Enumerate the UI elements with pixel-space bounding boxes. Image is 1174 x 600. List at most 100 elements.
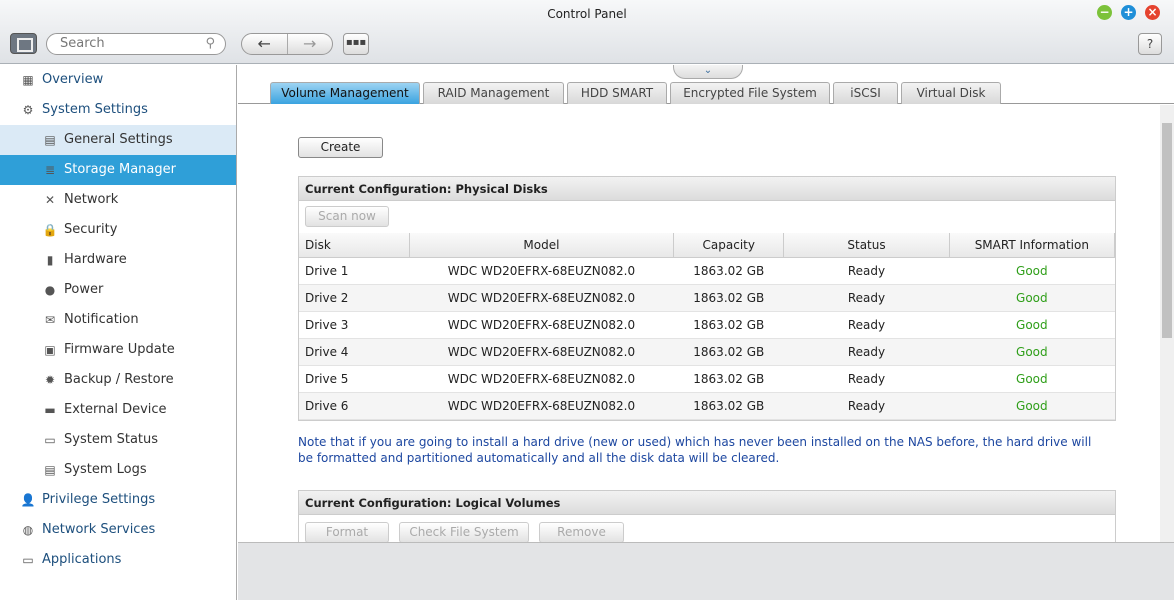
forward-button[interactable]: → [286, 34, 333, 54]
maximize-button[interactable]: + [1121, 5, 1136, 20]
main-panel: ⌄ Volume Management RAID Management HDD … [238, 65, 1174, 542]
model-cell: WDC WD20EFRX-68EUZN082.0 [409, 392, 674, 420]
create-button[interactable]: Create [298, 137, 383, 158]
check-file-system-button[interactable]: Check File System [399, 522, 529, 542]
vertical-scrollbar[interactable] [1160, 105, 1174, 542]
sidebar-item-label: Backup / Restore [64, 372, 174, 387]
table-row[interactable]: Drive 5 WDC WD20EFRX-68EUZN082.0 1863.02 G… [299, 365, 1115, 393]
disk-cell: Drive 2 [299, 284, 410, 312]
capacity-cell: 1863.02 GB [673, 311, 784, 339]
window-title: Control Panel [547, 7, 627, 21]
sidebar-item-external-device[interactable]: ▬ External Device [0, 395, 236, 425]
disk-cell: Drive 4 [299, 338, 410, 366]
model-cell: WDC WD20EFRX-68EUZN082.0 [409, 311, 674, 339]
table-row[interactable]: Drive 4 WDC WD20EFRX-68EUZN082.0 1863.02 G… [299, 338, 1115, 366]
logs-icon: ▤ [44, 463, 56, 477]
lock-icon: 🔒 [42, 223, 58, 237]
status-cell: Ready [783, 392, 950, 420]
sidebar: ▦ Overview ⚙ System Settings ▤ General Settin… [0, 65, 237, 600]
column-header[interactable]: SMART Information [949, 233, 1116, 258]
sidebar-item-storage-manager[interactable]: ≣ Storage Manager [0, 155, 236, 185]
physical-disks-panel: Current Configuration: Physical Disks Sc… [298, 176, 1116, 421]
capacity-cell: 1863.02 GB [673, 365, 784, 393]
smart-cell: Good [949, 284, 1115, 312]
sidebar-item-general-settings[interactable]: ▤ General Settings [0, 125, 236, 155]
sidebar-item-system-settings[interactable]: ⚙ System Settings [0, 95, 236, 125]
remove-button[interactable]: Remove [539, 522, 624, 542]
sidebar-item-label: Applications [42, 552, 122, 567]
sidebar-item-privilege-settings[interactable]: 👤 Privilege Settings [0, 485, 236, 515]
capacity-cell: 1863.02 GB [673, 284, 784, 312]
status-cell: Ready [783, 365, 950, 393]
sidebar-item-label: Overview [42, 72, 104, 87]
column-header[interactable]: Status [783, 233, 950, 258]
history-nav: ← → [241, 33, 333, 55]
sidebar-item-label: Firmware Update [64, 342, 175, 357]
table-row[interactable]: Drive 1 WDC WD20EFRX-68EUZN082.0 1863.02 G… [299, 257, 1115, 285]
smart-cell: Good [949, 257, 1115, 285]
table-row[interactable]: Drive 3 WDC WD20EFRX-68EUZN082.0 1863.02 G… [299, 311, 1115, 339]
applications-icon: ▭ [22, 553, 34, 567]
column-header[interactable]: Capacity [673, 233, 785, 258]
sidebar-item-system-status[interactable]: ▭ System Status [0, 425, 236, 455]
user-icon: 👤 [20, 493, 36, 507]
sidebar-item-power[interactable]: ● Power [0, 275, 236, 305]
sidebar-item-applications[interactable]: ▭ Applications [0, 545, 236, 575]
back-button[interactable]: ← [242, 34, 287, 54]
capacity-cell: 1863.02 GB [673, 257, 784, 285]
network-icon: ✕ [44, 193, 56, 207]
search-input[interactable]: Search ⚲ [46, 33, 226, 55]
title-bar: Control Panel − + × Search ⚲ ← → ▪▪▪ ? [0, 0, 1174, 64]
hardware-icon: ▮ [46, 253, 54, 267]
help-button[interactable]: ? [1138, 33, 1162, 55]
sidebar-item-label: Notification [64, 312, 139, 327]
sidebar-item-network-services[interactable]: ◍ Network Services [0, 515, 236, 545]
sidebar-item-hardware[interactable]: ▮ Hardware [0, 245, 236, 275]
sidebar-item-label: System Settings [42, 102, 148, 117]
logical-volumes-title: Current Configuration: Logical Volumes [299, 491, 1115, 515]
table-row[interactable]: Drive 2 WDC WD20EFRX-68EUZN082.0 1863.02 G… [299, 284, 1115, 312]
tab-raid-management[interactable]: RAID Management [423, 82, 564, 104]
minimize-button[interactable]: − [1097, 5, 1112, 20]
scrollbar-thumb[interactable] [1162, 123, 1172, 338]
sidebar-item-overview[interactable]: ▦ Overview [0, 65, 236, 95]
tab-encrypted-file-system[interactable]: Encrypted File System [670, 82, 830, 104]
gear-icon: ⚙ [22, 103, 34, 117]
disk-cell: Drive 6 [299, 392, 410, 420]
sidebar-item-security[interactable]: 🔒 Security [0, 215, 236, 245]
sidebar-item-firmware-update[interactable]: ▣ Firmware Update [0, 335, 236, 365]
notification-icon: ✉ [44, 313, 56, 327]
storage-icon: ≣ [44, 163, 56, 177]
disk-cell: Drive 3 [299, 311, 410, 339]
power-icon: ● [44, 283, 56, 297]
collapse-chevron-icon[interactable]: ⌄ [673, 65, 743, 79]
status-cell: Ready [783, 284, 950, 312]
sidebar-item-label: Security [64, 222, 118, 237]
format-button[interactable]: Format [305, 522, 389, 542]
sidebar-item-system-logs[interactable]: ▤ System Logs [0, 455, 236, 485]
apps-grid-button[interactable]: ▪▪▪ [343, 33, 369, 55]
tab-virtual-disk[interactable]: Virtual Disk [901, 82, 1001, 104]
sidebar-item-label: Power [64, 282, 104, 297]
model-cell: WDC WD20EFRX-68EUZN082.0 [409, 365, 674, 393]
table-row[interactable]: Drive 6 WDC WD20EFRX-68EUZN082.0 1863.02 G… [299, 392, 1115, 420]
general-settings-icon: ▤ [44, 133, 56, 147]
tab-iscsi[interactable]: iSCSI [833, 82, 898, 104]
sidebar-item-backup-restore[interactable]: ✹ Backup / Restore [0, 365, 236, 395]
status-cell: Ready [783, 338, 950, 366]
toggle-sidebar-button[interactable] [10, 33, 37, 54]
smart-cell: Good [949, 311, 1115, 339]
sidebar-item-network[interactable]: ✕ Network [0, 185, 236, 215]
status-cell: Ready [783, 257, 950, 285]
sidebar-item-notification[interactable]: ✉ Notification [0, 305, 236, 335]
sidebar-item-label: System Status [64, 432, 159, 447]
sidebar-item-label: Hardware [64, 252, 127, 267]
scan-now-button[interactable]: Scan now [305, 206, 389, 227]
column-header[interactable]: Disk [299, 233, 410, 258]
model-cell: WDC WD20EFRX-68EUZN082.0 [409, 338, 674, 366]
tab-volume-management[interactable]: Volume Management [270, 82, 420, 104]
tab-hdd-smart[interactable]: HDD SMART [567, 82, 667, 104]
close-button[interactable]: × [1145, 5, 1160, 20]
column-header[interactable]: Model [409, 233, 675, 258]
sidebar-item-label: Network [64, 192, 119, 207]
